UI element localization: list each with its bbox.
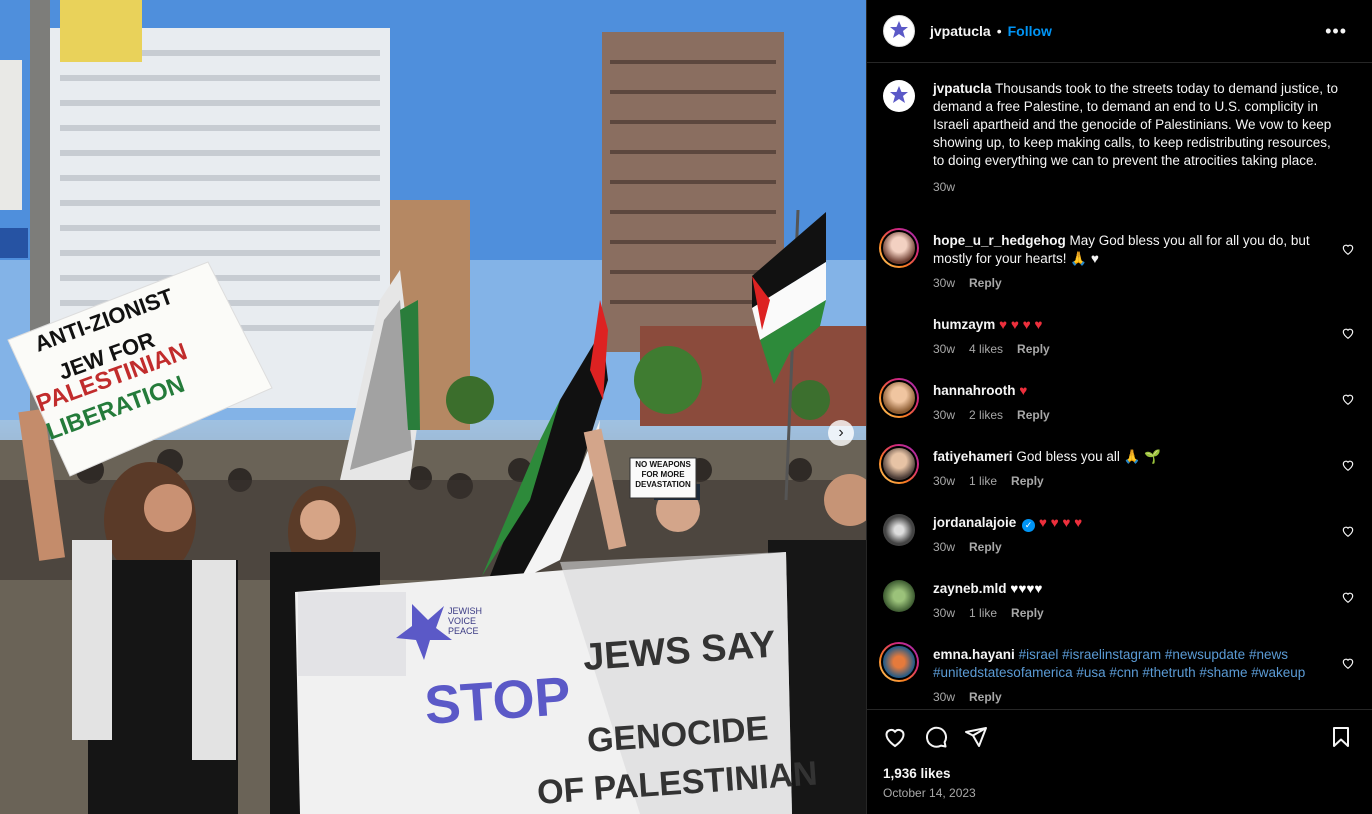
avatar[interactable] — [883, 80, 915, 112]
caption-text: Thousands took to the streets today to d… — [933, 81, 1338, 168]
comment-text: ♥♥♥♥ — [1010, 581, 1043, 596]
verified-icon: ✓ — [1022, 519, 1036, 532]
comment: hannahrooth ♥ 30w 2 likes Reply — [879, 378, 1357, 432]
comment-time[interactable]: 30w — [933, 690, 955, 704]
jvp-logo-icon — [890, 86, 908, 103]
reply-button[interactable]: Reply — [969, 276, 1002, 290]
comment: fatiyehameri God bless you all 🙏 🌱 30w 1 … — [879, 444, 1357, 498]
heart-icon[interactable] — [1341, 590, 1355, 604]
comment-icon[interactable] — [924, 725, 948, 749]
comment-username[interactable]: emna.hayani — [933, 647, 1015, 662]
jvp-logo-icon — [890, 21, 908, 38]
heart-icon[interactable] — [1341, 242, 1355, 256]
protest-scene-illustration: ANTI-ZIONIST JEW FOR PALESTINIAN LIBERAT… — [0, 0, 866, 814]
comment-text: ♥ — [1019, 383, 1028, 398]
comment-text: God bless you all 🙏 🌱 — [1016, 449, 1161, 464]
post-header: jvpatucla • Follow ••• — [867, 0, 1372, 63]
heart-icon[interactable] — [1341, 392, 1355, 406]
comments-section[interactable]: jvpatucla Thousands took to the streets … — [867, 64, 1372, 708]
header-username[interactable]: jvpatucla — [930, 23, 991, 39]
comment-text: ♥ ♥ ♥ ♥ — [1038, 515, 1083, 530]
avatar[interactable] — [879, 642, 919, 682]
likes-count[interactable]: 1,936 likes — [883, 766, 951, 781]
comment-likes[interactable]: 2 likes — [969, 408, 1003, 422]
reply-button[interactable]: Reply — [1017, 408, 1050, 422]
comment: emna.hayani #israel #israelinstagram #ne… — [879, 642, 1357, 706]
comment-time[interactable]: 30w — [933, 276, 955, 290]
comment-username[interactable]: humzaym — [933, 317, 995, 332]
avatar[interactable] — [879, 378, 919, 418]
comment-time[interactable]: 30w — [933, 474, 955, 488]
reply-button[interactable]: Reply — [969, 690, 1002, 704]
caption-username[interactable]: jvpatucla — [933, 81, 992, 96]
heart-icon[interactable] — [1341, 524, 1355, 538]
comment: hope_u_r_hedgehog May God bless you all … — [879, 228, 1357, 292]
banner-org: JEWISH VOICE PEACE — [448, 606, 483, 636]
avatar[interactable] — [879, 228, 919, 268]
comment: jordanalajoie ✓ ♥ ♥ ♥ ♥ 30w Reply — [883, 514, 1357, 564]
reply-button[interactable]: Reply — [1011, 606, 1044, 620]
next-image-button[interactable]: › — [828, 420, 854, 446]
caption: jvpatucla Thousands took to the streets … — [883, 80, 1357, 220]
comment: humzaym ♥ ♥ ♥ ♥ 30w 4 likes Reply — [883, 316, 1357, 366]
comment-time[interactable]: 30w — [933, 540, 955, 554]
comment-time[interactable]: 30w — [933, 342, 955, 356]
post-side-panel: jvpatucla • Follow ••• jvpatucla Thousan… — [866, 0, 1372, 814]
more-icon[interactable]: ••• — [1325, 22, 1347, 40]
caption-time[interactable]: 30w — [933, 180, 955, 194]
heart-icon[interactable] — [1341, 326, 1355, 340]
sign-weapons: NO WEAPONS FOR MORE DEVASTATION — [635, 460, 691, 489]
banner-stop: STOP — [423, 666, 573, 736]
post-photo[interactable]: ANTI-ZIONIST JEW FOR PALESTINIAN LIBERAT… — [0, 0, 866, 814]
comment-username[interactable]: hope_u_r_hedgehog — [933, 233, 1066, 248]
comment: zayneb.mld ♥♥♥♥ 30w 1 like Reply — [883, 580, 1357, 630]
reply-button[interactable]: Reply — [969, 540, 1002, 554]
share-icon[interactable] — [964, 725, 988, 749]
reply-button[interactable]: Reply — [1017, 342, 1050, 356]
heart-icon[interactable] — [1341, 656, 1355, 670]
reply-button[interactable]: Reply — [1011, 474, 1044, 488]
avatar[interactable] — [883, 15, 915, 47]
comment-username[interactable]: zayneb.mld — [933, 581, 1007, 596]
avatar[interactable] — [879, 444, 919, 484]
post-date[interactable]: October 14, 2023 — [883, 786, 976, 800]
bookmark-icon[interactable] — [1329, 725, 1353, 749]
post-actions: 1,936 likes October 14, 2023 — [867, 709, 1372, 814]
comment-username[interactable]: jordanalajoie — [933, 515, 1016, 530]
comment-likes[interactable]: 4 likes — [969, 342, 1003, 356]
heart-icon[interactable] — [883, 725, 907, 749]
comment-text: ♥ ♥ ♥ ♥ — [999, 317, 1043, 332]
avatar[interactable] — [883, 316, 915, 348]
comment-username[interactable]: hannahrooth — [933, 383, 1016, 398]
comment-likes[interactable]: 1 like — [969, 606, 997, 620]
comment-time[interactable]: 30w — [933, 606, 955, 620]
follow-button[interactable]: Follow — [1008, 23, 1052, 39]
comment-likes[interactable]: 1 like — [969, 474, 997, 488]
heart-icon[interactable] — [1341, 458, 1355, 472]
avatar[interactable] — [883, 514, 915, 546]
comment-username[interactable]: fatiyehameri — [933, 449, 1013, 464]
avatar[interactable] — [883, 580, 915, 612]
separator-dot: • — [996, 23, 1002, 39]
comment-time[interactable]: 30w — [933, 408, 955, 422]
